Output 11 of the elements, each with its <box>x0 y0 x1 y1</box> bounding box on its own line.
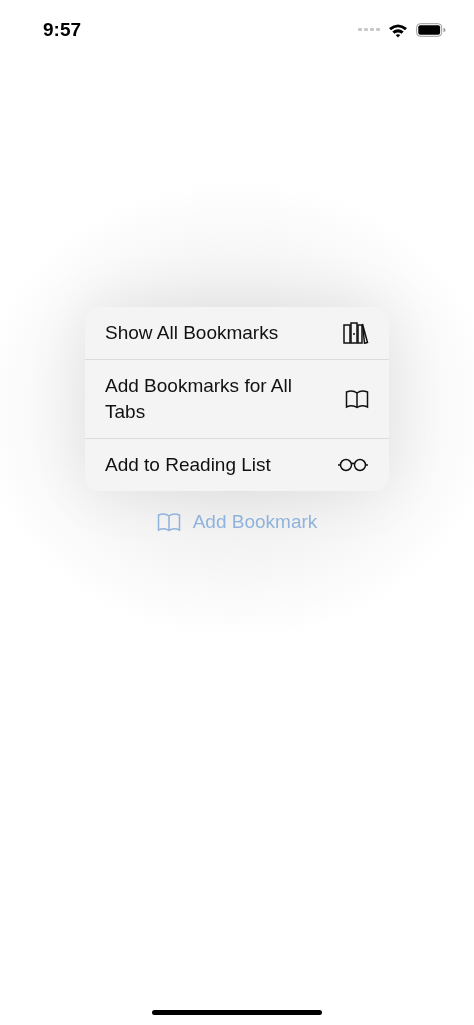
glasses-icon <box>337 458 369 472</box>
menu-item[interactable]: Add Bookmarks for All Tabs <box>85 359 389 438</box>
menu-item[interactable]: Show All Bookmarks <box>85 307 389 359</box>
book-icon <box>345 389 369 409</box>
wifi-icon <box>388 22 408 38</box>
book-icon <box>156 512 181 532</box>
books-icon <box>343 322 369 344</box>
status-time: 9:57 <box>43 19 82 41</box>
signal-icon <box>358 28 380 32</box>
battery-icon <box>416 23 446 37</box>
menu-item[interactable]: Add to Reading List <box>85 438 389 491</box>
